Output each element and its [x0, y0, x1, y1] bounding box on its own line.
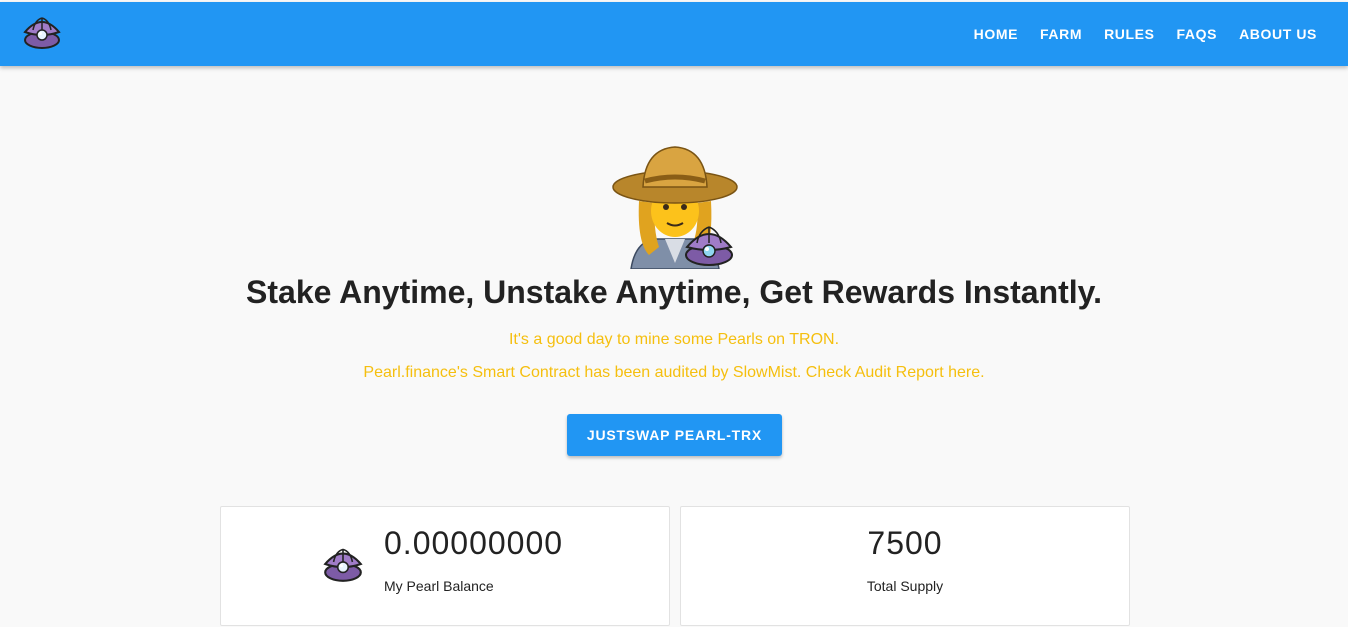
hero-subtitle: It's a good day to mine some Pearls on T…	[508, 331, 840, 348]
farmer-with-oyster-icon	[609, 143, 741, 270]
nav-home-link[interactable]: HOME	[963, 26, 1029, 42]
nav-rules-link[interactable]: RULES	[1093, 26, 1165, 42]
nav-faqs-link[interactable]: FAQS	[1166, 26, 1229, 42]
hero-headline: Stake Anytime, Unstake Anytime, Get Rewa…	[246, 274, 1102, 310]
nav-about-link[interactable]: ABOUT US	[1228, 26, 1328, 42]
pearl-balance-label: My Pearl Balance	[384, 578, 494, 594]
justswap-button[interactable]: JUSTSWAP PEARL-TRX	[567, 414, 782, 456]
pearl-balance-value: 0.00000000	[384, 525, 564, 561]
oyster-pearl-icon	[321, 541, 365, 585]
nav-links: HOME FARM RULES FAQS ABOUT US	[963, 2, 1328, 66]
pearl-balance-card: 0.00000000 My Pearl Balance	[220, 506, 670, 626]
total-supply-label: Total Supply	[866, 578, 944, 594]
total-supply-value: 7500	[867, 525, 943, 561]
top-navbar: HOME FARM RULES FAQS ABOUT US	[0, 2, 1348, 66]
audit-notice-link[interactable]: Pearl.finance's Smart Contract has been …	[0, 364, 1348, 382]
total-supply-card: 7500 Total Supply	[680, 506, 1130, 626]
nav-farm-link[interactable]: FARM	[1029, 26, 1093, 42]
oyster-pearl-icon[interactable]	[21, 10, 63, 52]
